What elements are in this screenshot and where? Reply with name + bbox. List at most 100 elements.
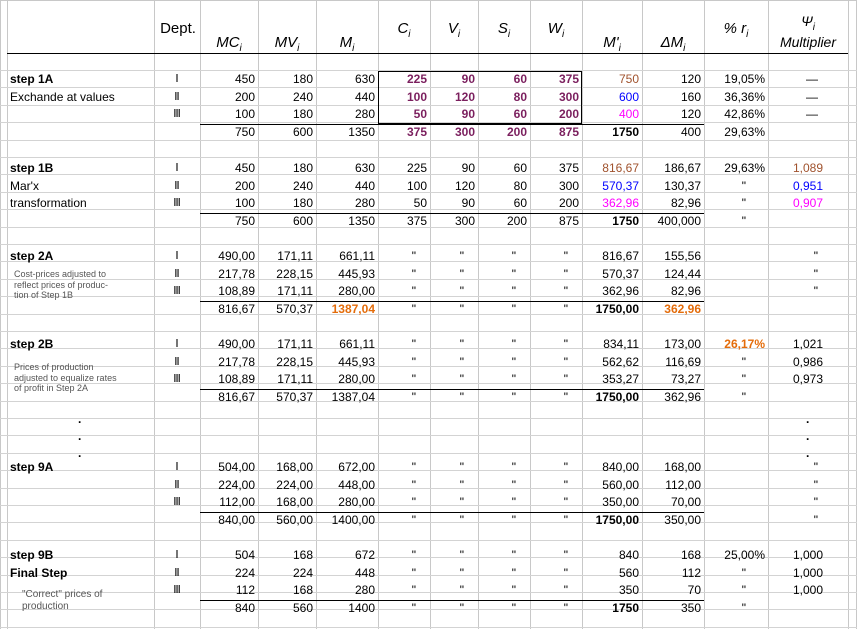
ellipsis-dot: . <box>78 446 82 460</box>
header-c: Ci <box>397 20 411 40</box>
cell-psi: " <box>813 513 818 527</box>
cell-m: 440 <box>354 90 375 104</box>
cell-psi: 1,021 <box>792 337 824 351</box>
row-label: transformation <box>10 196 87 210</box>
cell-m: 448 <box>354 566 375 580</box>
cell-s: " <box>511 566 516 580</box>
cell-r: 25,00% <box>724 548 765 562</box>
row-label: step 9A <box>10 460 54 474</box>
cell-mv: 224 <box>292 566 313 580</box>
cell-mc: 490,00 <box>218 249 255 263</box>
grid-hline <box>0 435 857 436</box>
cell-dm: 70,00 <box>670 495 701 509</box>
ellipsis-dot: . <box>78 412 82 426</box>
cell-dept: Ⅰ <box>175 338 179 350</box>
cell-s: " <box>511 460 516 474</box>
cell-mv: 180 <box>292 196 313 210</box>
cell-c: 50 <box>413 107 427 121</box>
grid-hline <box>0 418 857 419</box>
cell-v: 90 <box>461 161 475 175</box>
cell-dm: 120 <box>680 107 701 121</box>
cell-c: " <box>411 249 416 263</box>
cell-v: " <box>459 601 464 615</box>
header-r: % ri <box>723 20 749 40</box>
cell-psi: 0,907 <box>792 196 824 210</box>
cell-dm: 400,000 <box>657 214 701 228</box>
cell-v: " <box>459 390 464 404</box>
header-s: Si <box>497 20 511 40</box>
cell-r: " <box>741 566 746 580</box>
cell-mp: 750 <box>618 72 639 86</box>
cell-c: " <box>411 390 416 404</box>
cell-w: " <box>563 478 568 492</box>
cell-w: " <box>563 302 568 316</box>
cell-mc: 504 <box>234 548 255 562</box>
cell-r: 26,17% <box>724 337 765 351</box>
cell-dept: Ⅱ <box>174 180 180 192</box>
cell-w: 300 <box>558 90 579 104</box>
cell-r: 36,36% <box>724 90 765 104</box>
cell-dm: 82,96 <box>670 196 701 210</box>
cell-dept: Ⅲ <box>173 197 181 209</box>
cell-v: 90 <box>461 107 475 121</box>
cell-psi: — <box>806 107 818 121</box>
cell-mp: 560,00 <box>602 478 639 492</box>
cell-mc: 112,00 <box>219 495 255 509</box>
cell-dept: Ⅲ <box>173 496 181 508</box>
cell-mv: 180 <box>292 107 313 121</box>
cell-w: " <box>563 284 568 298</box>
cell-mv: 570,37 <box>276 390 313 404</box>
cell-w: " <box>563 548 568 562</box>
cell-s: " <box>511 302 516 316</box>
cell-psi: " <box>813 267 818 281</box>
cell-s: 200 <box>506 125 527 139</box>
cell-dept: Ⅱ <box>174 268 180 280</box>
cell-mv: 168 <box>292 583 313 597</box>
cell-mp: 816,67 <box>602 249 639 263</box>
cell-mp: 600 <box>618 90 639 104</box>
cell-mp: 560 <box>618 566 639 580</box>
cell-v: " <box>459 355 464 369</box>
cell-m: 445,93 <box>338 267 375 281</box>
cell-v: " <box>459 583 464 597</box>
cell-mp: 1750 <box>612 601 639 615</box>
cell-dm: 350,00 <box>664 513 701 527</box>
cell-dm: 362,96 <box>664 390 701 404</box>
cell-dept: Ⅲ <box>173 285 181 297</box>
cell-s: 60 <box>513 196 527 210</box>
cell-mp: 834,11 <box>603 337 639 351</box>
cell-w: 875 <box>558 125 579 139</box>
cell-r: " <box>741 179 746 193</box>
cell-s: " <box>511 337 516 351</box>
cell-psi: " <box>813 249 818 263</box>
cell-mc: 750 <box>234 214 255 228</box>
cell-dm: 168 <box>680 548 701 562</box>
cell-m: 1400,00 <box>331 513 375 527</box>
cell-mv: 171,11 <box>277 284 313 298</box>
cell-dept: Ⅱ <box>174 479 180 491</box>
cell-c: " <box>411 513 416 527</box>
cell-m: 1387,04 <box>331 390 375 404</box>
cell-mp: 1750 <box>612 214 639 228</box>
cell-m: 280,00 <box>338 372 375 386</box>
cell-c: " <box>411 583 416 597</box>
cell-m: 280 <box>354 583 375 597</box>
cell-dm: 400 <box>680 125 701 139</box>
cell-c: " <box>411 601 416 615</box>
cell-psi: " <box>813 460 818 474</box>
cell-m: 1400 <box>348 601 375 615</box>
cell-mv: 171,11 <box>277 337 313 351</box>
cell-w: " <box>563 355 568 369</box>
cell-s: " <box>511 548 516 562</box>
note-step-2b: Prices of production adjusted to equalize… <box>14 362 117 393</box>
cell-psi: 1,089 <box>792 161 824 175</box>
cell-m: 1387,04 <box>331 302 375 316</box>
cell-mc: 490,00 <box>218 337 255 351</box>
cell-s: 200 <box>506 214 527 228</box>
cell-dept: Ⅲ <box>173 108 181 120</box>
cell-c: " <box>411 478 416 492</box>
cell-psi: 0,973 <box>792 372 824 386</box>
cell-w: 375 <box>558 161 579 175</box>
cell-c: " <box>411 284 416 298</box>
cell-m: 1350 <box>348 214 375 228</box>
